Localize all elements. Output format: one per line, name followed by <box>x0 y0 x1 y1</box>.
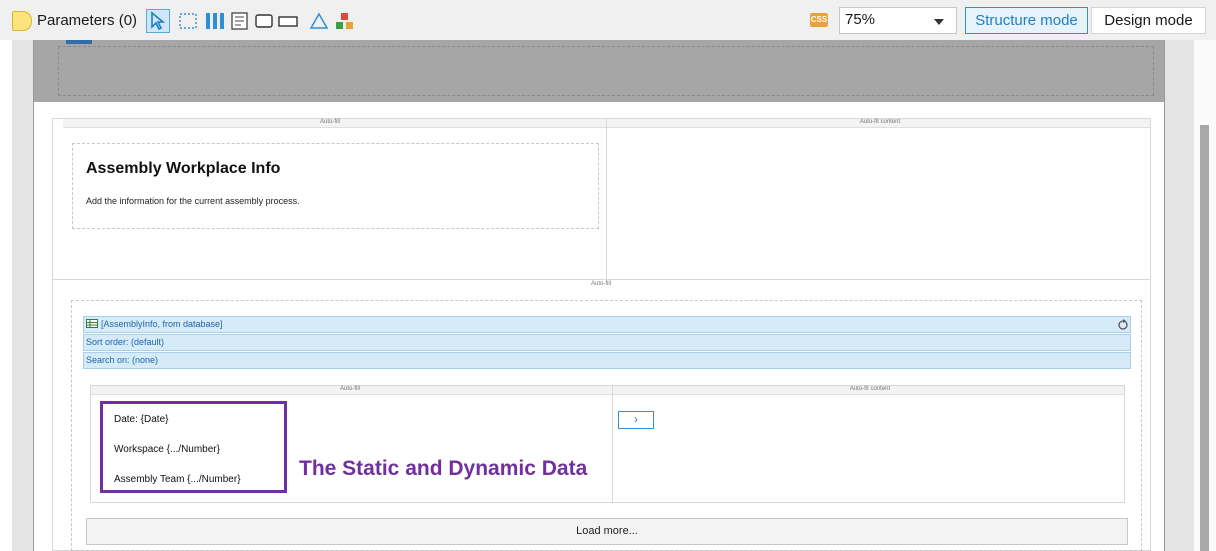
rectangle-icon[interactable] <box>254 11 274 31</box>
columns-icon[interactable] <box>205 11 225 31</box>
zoom-select[interactable]: 75% <box>839 7 957 34</box>
cell-label-autofill-middle: Auto-fill <box>590 281 611 287</box>
inner-row-header <box>91 386 1124 395</box>
toolbar: Parameters (0) CSS 75% Structure mode De… <box>0 0 1216 40</box>
datasource-row[interactable]: [AssemblyInfo, from database] <box>83 316 1131 333</box>
page-title: Assembly Workplace Info <box>86 160 281 177</box>
cell-label-autofill: Auto-fill <box>319 119 340 125</box>
cell-label-autofit: Auto-fit content <box>859 119 901 125</box>
header-placeholder <box>34 40 1164 102</box>
parameters-label[interactable]: Parameters (0) <box>37 11 137 31</box>
inner-label-autofill: Auto-fill <box>339 386 360 392</box>
sort-order-row[interactable]: Sort order: (default) <box>83 334 1131 351</box>
datasource-label: [AssemblyInfo, from database] <box>101 319 223 329</box>
selection-box-icon[interactable] <box>178 11 198 31</box>
css-icon[interactable]: CSS <box>810 13 828 27</box>
inner-row-divider <box>612 385 613 503</box>
header-drop-zone <box>58 46 1154 96</box>
inner-label-autofit: Auto-fit content <box>849 386 891 392</box>
components-icon[interactable] <box>334 11 356 31</box>
scrollbar-thumb[interactable] <box>1200 125 1209 551</box>
page-description: Add the information for the current asse… <box>86 196 300 206</box>
annotation-text: The Static and Dynamic Data <box>299 457 588 480</box>
app-window: Parameters (0) CSS 75% Structure mode De… <box>0 0 1216 551</box>
database-icon <box>86 318 98 328</box>
structure-mode-button[interactable]: Structure mode <box>965 7 1088 34</box>
form-icon[interactable] <box>230 11 250 31</box>
wide-rectangle-icon[interactable] <box>277 11 299 31</box>
next-button[interactable]: › <box>618 411 654 429</box>
zoom-value: 75% <box>845 11 876 28</box>
search-on-row[interactable]: Search on: (none) <box>83 352 1131 369</box>
parameters-tag-icon[interactable] <box>12 11 32 31</box>
pointer-icon[interactable] <box>146 9 170 33</box>
load-more-button[interactable]: Load more... <box>86 518 1128 545</box>
design-mode-button[interactable]: Design mode <box>1091 7 1206 34</box>
chevron-down-icon <box>934 19 944 25</box>
header-tab-marker <box>66 40 92 44</box>
top-row-divider <box>606 118 607 280</box>
refresh-icon[interactable] <box>1117 318 1129 330</box>
shape-icon[interactable] <box>309 11 329 31</box>
info-text-container[interactable] <box>72 143 599 229</box>
annotation-highlight-box <box>100 401 287 493</box>
